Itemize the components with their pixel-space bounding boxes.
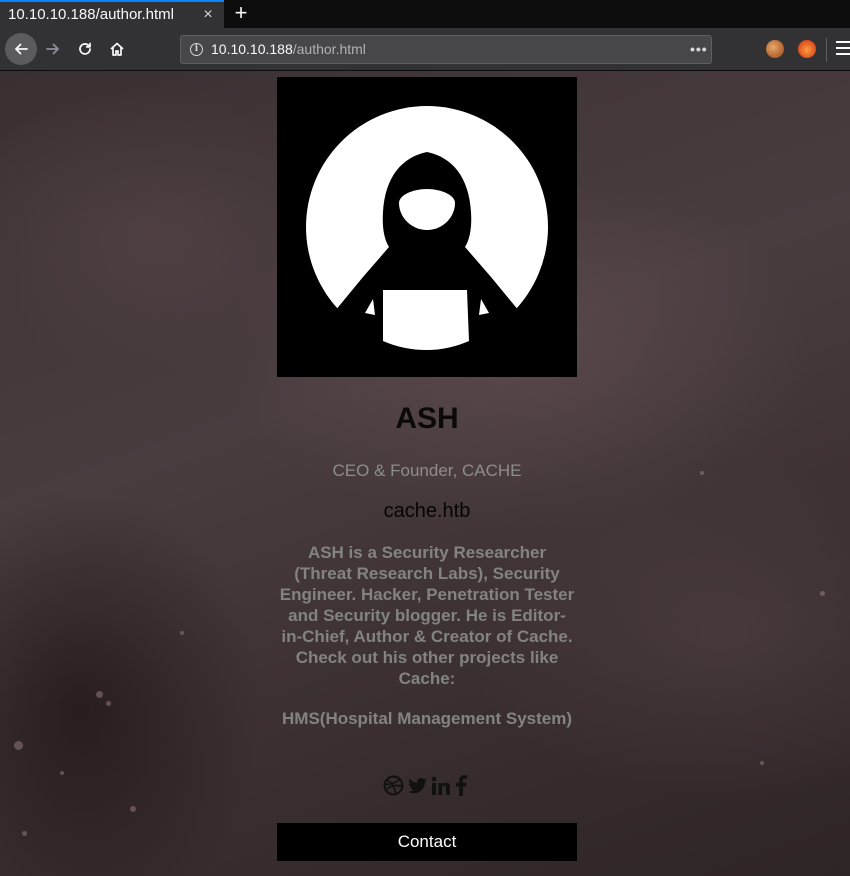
url-host: 10.10.10.188: [211, 41, 293, 57]
dribbble-icon[interactable]: [383, 775, 404, 801]
page-background: ASH CEO & Founder, CACHE cache.htb ASH i…: [0, 71, 850, 876]
facebook-icon[interactable]: [455, 775, 467, 801]
tab-strip: 10.10.10.188/author.html × +: [0, 0, 850, 28]
arrow-left-icon: [15, 43, 28, 55]
url-text[interactable]: 10.10.10.188/author.html: [211, 41, 366, 57]
tab-title: 10.10.10.188/author.html: [8, 6, 174, 23]
forward-button[interactable]: [38, 34, 68, 64]
texture-speckle: [22, 831, 27, 836]
contact-button[interactable]: Contact: [277, 823, 577, 861]
author-projects: HMS(Hospital Management System): [282, 709, 572, 728]
arrow-right-icon: [46, 43, 59, 55]
hooded-hacker-icon: [306, 106, 548, 350]
texture-speckle: [130, 806, 136, 812]
page-actions-icon[interactable]: •••: [690, 41, 708, 57]
social-links: [383, 775, 473, 797]
texture-speckle: [760, 761, 764, 765]
texture-speckle: [820, 591, 825, 596]
texture-speckle: [106, 701, 111, 706]
reload-icon: [79, 42, 91, 55]
new-tab-button[interactable]: +: [229, 2, 253, 26]
toolbar-divider: [826, 38, 827, 62]
fox-extension-icon[interactable]: [798, 40, 816, 58]
author-bio: ASH is a Security Researcher (Threat Res…: [279, 543, 575, 688]
texture-speckle: [180, 631, 184, 635]
texture-speckle: [700, 471, 704, 475]
info-icon[interactable]: i: [190, 43, 203, 56]
home-button[interactable]: [102, 34, 132, 64]
home-icon: [110, 42, 124, 56]
close-tab-icon[interactable]: ×: [199, 6, 217, 24]
author-site: cache.htb: [383, 500, 471, 522]
reload-button[interactable]: [70, 34, 100, 64]
cookie-extension-icon[interactable]: [766, 40, 784, 58]
author-name: ASH: [395, 402, 459, 435]
texture-speckle: [14, 741, 23, 750]
tab-author[interactable]: 10.10.10.188/author.html ×: [0, 0, 224, 28]
texture-speckle: [96, 691, 103, 698]
hamburger-menu-icon[interactable]: [836, 41, 850, 59]
texture-speckle: [60, 771, 64, 775]
twitter-icon[interactable]: [407, 775, 428, 801]
author-title: CEO & Founder, CACHE: [332, 461, 522, 480]
linkedin-icon[interactable]: [431, 776, 451, 801]
url-path: /author.html: [292, 41, 366, 57]
address-bar[interactable]: i 10.10.10.188/author.html •••: [180, 35, 712, 64]
back-button[interactable]: [5, 33, 37, 65]
author-avatar: [277, 77, 577, 377]
navigation-toolbar: i 10.10.10.188/author.html •••: [0, 28, 850, 71]
author-card: [277, 77, 577, 377]
